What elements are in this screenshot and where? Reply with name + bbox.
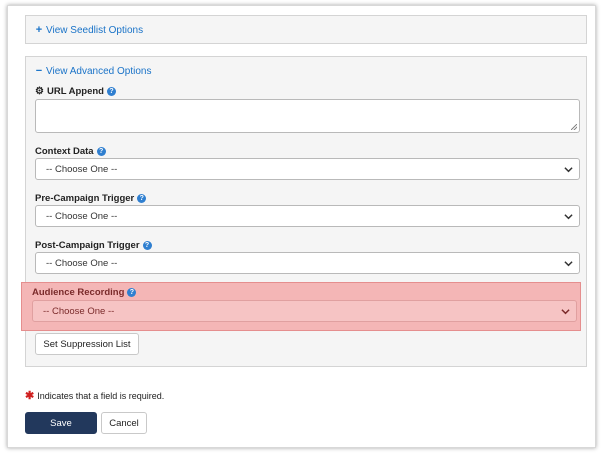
help-icon[interactable]: ? [127,288,137,297]
plus-icon: + [35,24,43,36]
help-icon[interactable]: ? [137,194,147,203]
url-append-textarea[interactable] [35,99,580,133]
url-append-label: ⚙ URL Append ? [35,86,116,97]
form-window: + View Seedlist Options − View Advanced … [7,5,596,448]
context-data-label: Context Data ? [35,146,106,157]
post-campaign-trigger-select[interactable]: -- Choose One -- [35,252,580,274]
resize-grip-icon[interactable] [571,124,577,130]
pre-campaign-trigger-select[interactable]: -- Choose One -- [35,205,580,227]
save-button[interactable]: Save [25,412,97,434]
post-campaign-trigger-label: Post-Campaign Trigger ? [35,240,152,251]
audience-recording-highlight: Audience Recording ? -- Choose One -- [21,282,581,331]
chevron-down-icon [561,309,570,315]
view-seedlist-options-link[interactable]: + View Seedlist Options [35,24,143,36]
set-suppression-list-button[interactable]: Set Suppression List [35,333,139,355]
advanced-link-label: View Advanced Options [46,65,152,77]
context-data-select[interactable]: -- Choose One -- [35,158,580,180]
required-note: ✱ Indicates that a field is required. [25,390,165,402]
help-icon[interactable]: ? [106,87,116,96]
asterisk-icon: ✱ [25,390,35,402]
gear-icon: ⚙ [35,86,44,97]
chevron-down-icon [564,261,573,267]
cancel-button[interactable]: Cancel [101,412,147,434]
help-icon[interactable]: ? [142,241,152,250]
audience-recording-label: Audience Recording ? [32,287,137,298]
seedlist-link-label: View Seedlist Options [46,24,144,36]
pre-campaign-trigger-label: Pre-Campaign Trigger ? [35,193,147,204]
seedlist-panel: + View Seedlist Options [25,15,587,44]
view-advanced-options-link[interactable]: − View Advanced Options [35,65,152,77]
audience-recording-select[interactable]: -- Choose One -- [32,300,577,322]
help-icon[interactable]: ? [96,147,106,156]
chevron-down-icon [564,167,573,173]
minus-icon: − [35,65,43,77]
chevron-down-icon [564,214,573,220]
